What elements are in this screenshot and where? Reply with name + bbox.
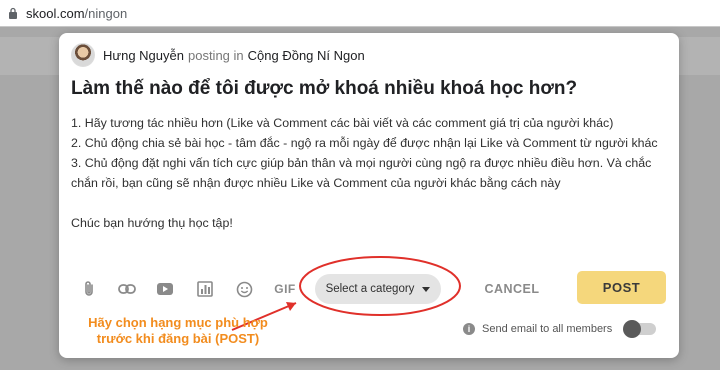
post-body-line: 2. Chủ động chia sẻ bài học - tâm đắc - … <box>71 136 658 150</box>
poll-icon[interactable] <box>195 279 215 299</box>
chevron-down-icon <box>422 286 431 292</box>
cancel-button[interactable]: CANCEL <box>472 274 552 304</box>
toggle-knob <box>623 320 642 338</box>
send-email-label: Send email to all members <box>482 323 613 335</box>
lock-icon <box>8 6 20 20</box>
posting-in-label: posting in <box>187 47 244 63</box>
category-select-label: Select a category <box>325 283 415 295</box>
post-header: Hưng Nguyễn posting in Cộng Đồng Ní Ngon <box>71 43 365 67</box>
author-name[interactable]: Hưng Nguyễn <box>103 48 184 63</box>
browser-address-bar[interactable]: skool.com/ningon <box>0 0 720 27</box>
post-body-closing: Chúc bạn hướng thụ học tập! <box>71 216 233 230</box>
category-select[interactable]: Select a category <box>315 274 441 304</box>
attachment-icon[interactable] <box>79 279 99 299</box>
post-body-line: 1. Hãy tương tác nhiều hơn (Like và Comm… <box>71 116 614 130</box>
info-icon: i <box>463 323 475 335</box>
post-body-line: 3. Chủ động đặt nghi vấn tích cực giúp b… <box>71 156 652 190</box>
link-icon[interactable] <box>117 279 137 299</box>
post-button[interactable]: POST <box>577 271 666 304</box>
send-email-row: i Send email to all members <box>463 320 657 338</box>
post-title[interactable]: Làm thế nào để tôi được mở khoá nhiều kh… <box>71 78 671 100</box>
post-composer-card: Hưng Nguyễn posting in Cộng Đồng Ní Ngon… <box>59 33 679 358</box>
gif-button[interactable]: GIF <box>273 279 297 299</box>
avatar[interactable] <box>71 43 95 67</box>
send-email-toggle[interactable] <box>623 320 657 338</box>
post-body[interactable]: 1. Hãy tương tác nhiều hơn (Like và Comm… <box>71 113 671 233</box>
youtube-icon[interactable] <box>155 279 175 299</box>
group-name[interactable]: Cộng Đồng Ní Ngon <box>248 48 365 63</box>
emoji-icon[interactable] <box>234 279 254 299</box>
url-text: skool.com/ningon <box>26 5 128 21</box>
composer-toolbar: GIF Select a category CANCEL POST <box>59 271 679 307</box>
annotation-text: Hãy chọn hạng mục phù hợp trước khi đăng… <box>88 315 268 346</box>
